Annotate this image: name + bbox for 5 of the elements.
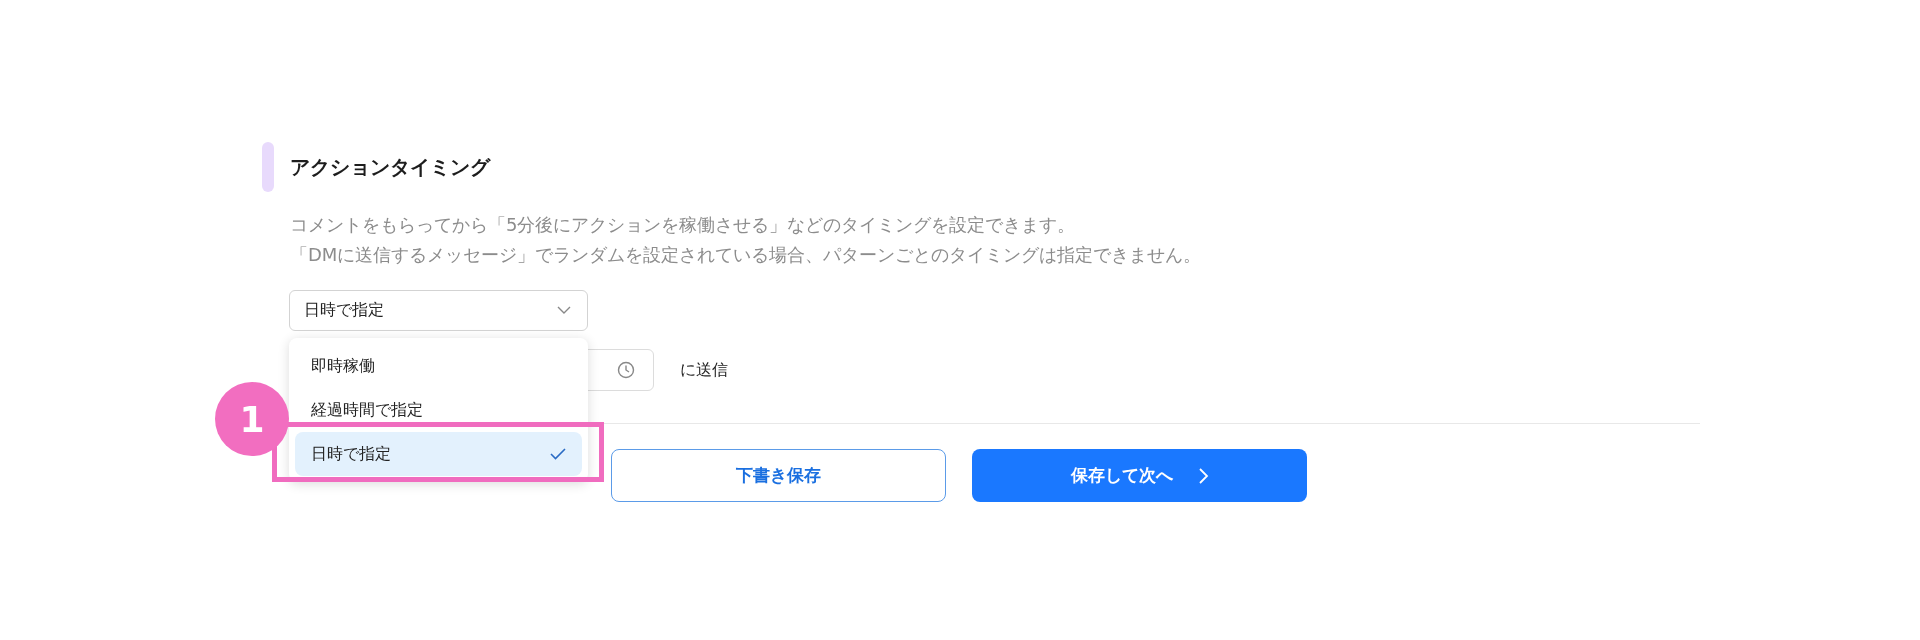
send-label: に送信 [680,359,728,381]
step-badge: 1 [215,382,289,456]
description-text: 「DMに送信するメッセージ」でランダムを設定されている場合、パターンごとのタイミングは指定できません。 [290,243,1203,267]
description-text: コメントをもらってから「5分後にアクションを稼働させる」などのタイミングを設定できます。 [290,213,1077,237]
section-title: アクションタイミング [290,153,490,181]
